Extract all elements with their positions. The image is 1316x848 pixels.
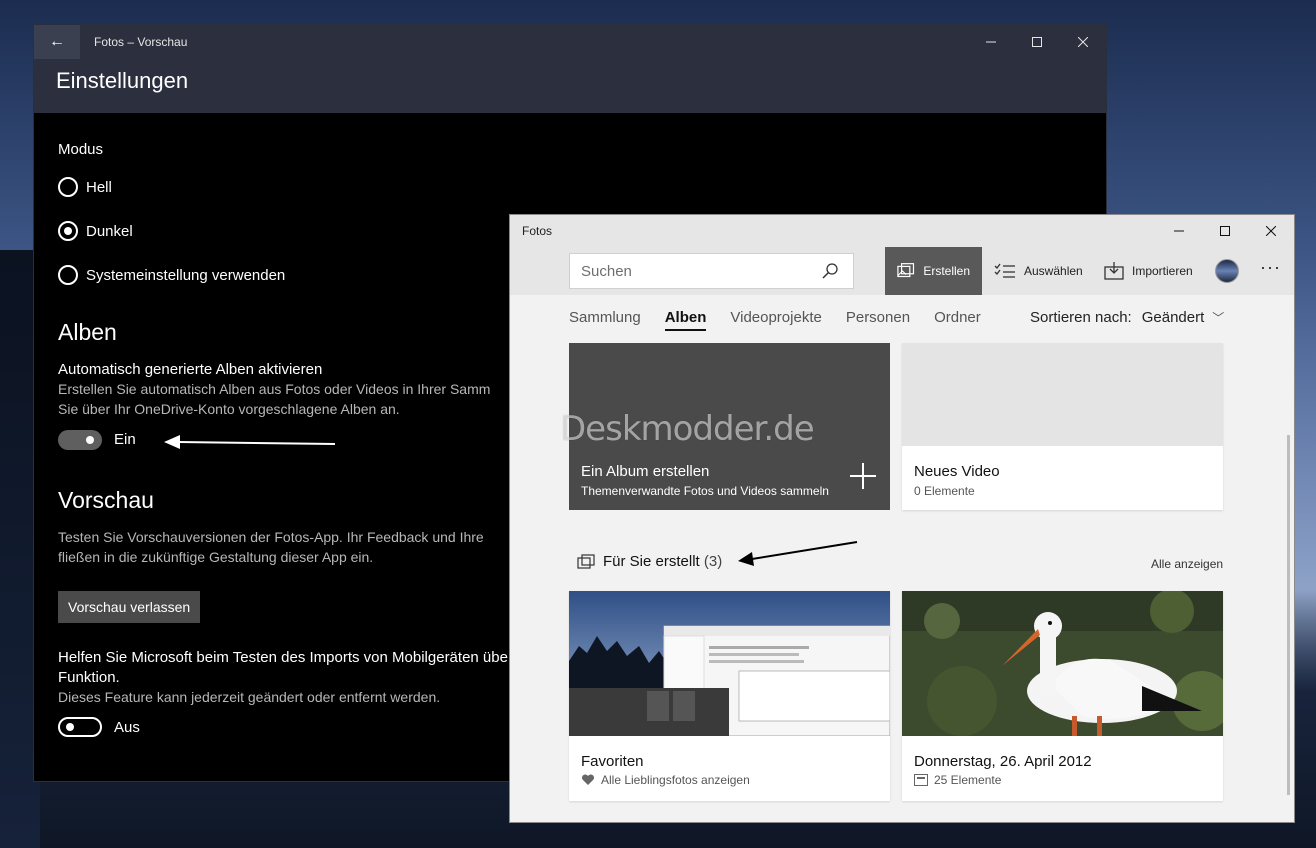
new-video-title: Neues Video <box>914 463 1000 480</box>
watermark: Deskmodder.de <box>560 409 815 449</box>
create-album-title: Ein Album erstellen <box>581 463 710 480</box>
toggle-knob <box>66 723 74 731</box>
more-options-icon[interactable]: ··· <box>1260 257 1281 278</box>
album-stack-icon <box>577 553 595 569</box>
favorites-sub-row: Alle Lieblingsfotos anzeigen <box>581 773 750 787</box>
back-arrow-icon[interactable]: ← <box>34 25 80 59</box>
auto-albums-label: Automatisch generierte Alben aktivieren <box>58 361 323 378</box>
checklist-icon <box>994 263 1015 278</box>
favorites-sub: Alle Lieblingsfotos anzeigen <box>601 773 750 787</box>
for-you-heading: Für Sie erstellt (3) <box>577 553 722 570</box>
exit-preview-button[interactable]: Vorschau verlassen <box>58 591 201 623</box>
create-button[interactable]: Erstellen <box>885 247 982 295</box>
auto-albums-desc-1: Erstellen Sie automatisch Alben aus Foto… <box>58 381 491 397</box>
date-album-card[interactable]: Donnerstag, 26. April 2012 25 Elemente <box>902 591 1223 801</box>
minimize-icon[interactable] <box>968 25 1014 59</box>
auto-albums-toggle[interactable] <box>58 430 102 450</box>
heart-icon <box>581 774 595 785</box>
select-button[interactable]: Auswählen <box>982 247 1095 295</box>
import-desc: Dieses Feature kann jederzeit geändert o… <box>58 689 441 705</box>
photos-caption-buttons <box>1156 215 1294 247</box>
album-icon <box>914 774 928 786</box>
maximize-icon[interactable] <box>1202 215 1248 247</box>
import-toggle[interactable] <box>58 717 102 737</box>
page-title: Einstellungen <box>56 68 189 93</box>
video-thumbnail <box>902 343 1223 446</box>
see-all-link[interactable]: Alle anzeigen <box>1151 557 1223 571</box>
import-label-1: Helfen Sie Microsoft beim Testen des Imp… <box>58 649 508 666</box>
plus-icon <box>850 463 876 489</box>
new-video-tile[interactable]: Neues Video 0 Elemente <box>902 343 1223 510</box>
settings-titlebar: ← Fotos – Vorschau <box>34 25 1106 59</box>
for-you-count: (3) <box>703 553 723 570</box>
tab-collection[interactable]: Sammlung <box>569 309 641 331</box>
preview-desc-2: fließen in die zukünftige Gestaltung die… <box>58 549 374 565</box>
favorites-title: Favoriten <box>581 753 644 770</box>
favorites-card[interactable]: Favoriten Alle Lieblingsfotos anzeigen <box>569 591 890 801</box>
search-input[interactable]: Suchen <box>569 253 854 289</box>
toggle-knob <box>86 436 94 444</box>
photos-toolbar: Suchen Erstellen Auswählen Importieren ·… <box>510 247 1294 295</box>
tab-people[interactable]: Personen <box>846 309 910 331</box>
tab-folders[interactable]: Ordner <box>934 309 981 331</box>
close-icon[interactable] <box>1248 215 1294 247</box>
tab-albums[interactable]: Alben <box>664 309 707 331</box>
import-label-2: Funktion. <box>58 669 120 686</box>
radio-dunkel-label[interactable]: Dunkel <box>86 223 133 240</box>
radio-dunkel[interactable] <box>58 221 78 241</box>
search-icon[interactable] <box>821 262 839 280</box>
date-album-title: Donnerstag, 26. April 2012 <box>914 753 1092 770</box>
import-icon <box>1104 262 1124 280</box>
auto-albums-desc-2: Sie über Ihr OneDrive-Konto vorgeschlage… <box>58 401 400 417</box>
date-album-sub-row: 25 Elemente <box>914 773 1001 787</box>
close-icon[interactable] <box>1060 25 1106 59</box>
photos-window: Fotos Suchen Erstellen Auswählen Importi… <box>509 214 1295 823</box>
radio-selected-dot <box>64 227 72 235</box>
new-video-sub: 0 Elemente <box>914 484 975 498</box>
albums-heading: Alben <box>58 319 117 345</box>
stork-thumbnail <box>902 591 1223 736</box>
create-icon <box>897 263 915 278</box>
avatar[interactable] <box>1215 259 1239 283</box>
settings-header: Einstellungen <box>34 59 1106 113</box>
sort-dropdown[interactable]: Sortieren nach: Geändert ﹀ <box>1030 309 1224 326</box>
mode-label: Modus <box>58 141 104 158</box>
sort-value: Geändert <box>1141 309 1205 326</box>
preview-heading: Vorschau <box>58 487 154 513</box>
search-placeholder: Suchen <box>581 262 632 280</box>
radio-system-label[interactable]: Systemeinstellung verwenden <box>86 267 285 284</box>
scrollbar[interactable] <box>1287 435 1290 795</box>
import-toggle-state: Aus <box>114 719 140 736</box>
date-album-sub: 25 Elemente <box>934 773 1002 787</box>
import-button[interactable]: Importieren <box>1092 247 1205 295</box>
radio-hell-label[interactable]: Hell <box>86 179 112 196</box>
photos-window-title: Fotos <box>522 224 553 238</box>
radio-hell[interactable] <box>58 177 78 197</box>
for-you-title: Für Sie erstellt <box>603 553 700 570</box>
maximize-icon[interactable] <box>1014 25 1060 59</box>
favorites-thumbnail <box>569 591 890 736</box>
settings-window-title: Fotos – Vorschau <box>94 35 188 49</box>
sort-label: Sortieren nach: <box>1030 309 1132 326</box>
photos-titlebar: Fotos <box>510 215 1294 247</box>
preview-desc-1: Testen Sie Vorschauversionen der Fotos-A… <box>58 529 484 545</box>
chevron-down-icon: ﹀ <box>1212 311 1225 325</box>
radio-system[interactable] <box>58 265 78 285</box>
create-label: Erstellen <box>923 264 970 278</box>
auto-albums-toggle-state: Ein <box>114 431 136 448</box>
photos-nav: Sammlung Alben Videoprojekte Personen Or… <box>569 309 1005 331</box>
create-album-sub: Themenverwandte Fotos und Videos sammeln <box>581 484 829 498</box>
import-label: Importieren <box>1132 264 1193 278</box>
tab-video-projects[interactable]: Videoprojekte <box>730 309 821 331</box>
minimize-icon[interactable] <box>1156 215 1202 247</box>
settings-caption-buttons <box>968 25 1106 59</box>
select-label: Auswählen <box>1024 264 1083 278</box>
